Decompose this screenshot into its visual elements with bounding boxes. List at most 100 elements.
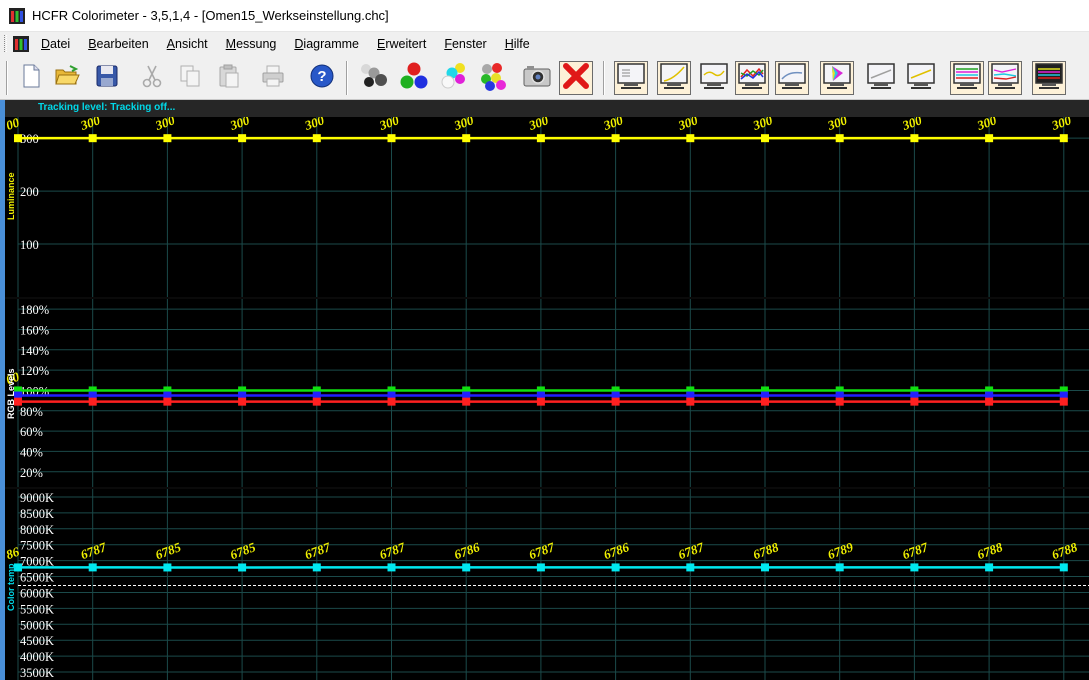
data-point <box>910 397 919 406</box>
y-tick-label: 9000K <box>20 491 54 505</box>
view-colortemp-button[interactable] <box>864 61 898 95</box>
view-multi-3-button[interactable] <box>1032 61 1066 95</box>
view-luminance-button[interactable] <box>697 61 731 95</box>
menu-datei[interactable]: Datei <box>32 34 79 54</box>
y-tick-label: 4000K <box>20 650 54 664</box>
view-multi-1-button[interactable] <box>950 61 984 95</box>
y-tick-label: 80% <box>20 405 43 419</box>
data-point <box>1059 134 1068 143</box>
view-measures-button[interactable] <box>614 61 648 95</box>
monitor-luminance-icon <box>699 61 729 96</box>
measure-gray-button[interactable] <box>356 61 390 95</box>
data-point <box>312 563 321 572</box>
open-button[interactable] <box>50 61 84 95</box>
y-tick-label: 8000K <box>20 523 54 537</box>
copy-button[interactable] <box>173 61 207 95</box>
data-point <box>761 134 769 143</box>
data-point <box>536 397 545 406</box>
camera-icon <box>521 60 553 97</box>
data-point <box>761 397 769 406</box>
view-multi-2-button[interactable] <box>988 61 1022 95</box>
data-label: 300 <box>825 117 850 133</box>
charts-svg[interactable]: 100 200 300 00 300 300 300 300 300 300 300 300 300 30… <box>5 117 1089 680</box>
data-point <box>163 397 172 406</box>
data-label: 300 <box>675 117 700 133</box>
data-point <box>910 134 919 143</box>
hcfr-app-icon[interactable] <box>9 7 25 24</box>
data-label: 6787 <box>377 539 407 562</box>
menu-messung[interactable]: Messung <box>217 34 286 54</box>
measure-primaries-button[interactable] <box>397 61 431 95</box>
paste-button[interactable] <box>212 61 246 95</box>
menu-ansicht[interactable]: Ansicht <box>158 34 217 54</box>
y-tick-label: 6500K <box>20 571 54 585</box>
data-label: 6786 <box>452 539 482 562</box>
menu-diagramme[interactable]: Diagramme <box>285 34 368 54</box>
data-point <box>387 134 396 143</box>
data-point <box>686 563 695 572</box>
data-label: 6786 <box>601 539 631 562</box>
data-label: 6789 <box>826 539 856 562</box>
toolbar-separator-2 <box>603 61 605 95</box>
menu-hilfe[interactable]: Hilfe <box>496 34 539 54</box>
monitor-rgb-icon <box>737 61 767 96</box>
data-label: 300 <box>526 117 551 133</box>
data-label: 6787 <box>527 539 557 562</box>
save-button[interactable] <box>90 61 124 95</box>
data-point <box>835 134 844 143</box>
secondary-spheres-icon <box>438 60 470 97</box>
chart-area: 100 200 300 00 300 300 300 300 300 300 300 300 300 30… <box>5 117 1089 680</box>
menubar-grip[interactable] <box>4 35 7 52</box>
title-bar: HCFR Colorimeter - 3,5,1,4 - [Omen15_Wer… <box>0 0 1089 32</box>
document-menu-icon[interactable] <box>13 35 29 52</box>
data-point <box>536 134 545 143</box>
new-button[interactable] <box>14 61 48 95</box>
data-label: 6788 <box>975 539 1005 562</box>
data-point <box>462 134 471 143</box>
data-point <box>611 563 620 572</box>
measure-all-button[interactable] <box>476 61 510 95</box>
data-label: 6787 <box>303 539 333 562</box>
stop-button[interactable] <box>559 61 593 95</box>
data-point <box>686 134 695 143</box>
menu-bearbeiten[interactable]: Bearbeiten <box>79 34 157 54</box>
data-point <box>88 134 97 143</box>
cut-button[interactable] <box>135 61 169 95</box>
rgb-spheres-icon <box>398 60 430 97</box>
menu-erweitert[interactable]: Erweitert <box>368 34 435 54</box>
y-tick-label: 120% <box>20 364 49 378</box>
data-label: 6788 <box>1050 539 1080 562</box>
print-icon <box>260 63 286 94</box>
data-point <box>611 397 620 406</box>
tracking-status-bar: Tracking level: Tracking off... <box>5 100 1089 117</box>
print-button[interactable] <box>256 61 290 95</box>
data-label: 300 <box>152 117 177 133</box>
data-point <box>163 134 172 143</box>
data-label: 300 <box>974 117 999 133</box>
view-rgb-button[interactable] <box>735 61 769 95</box>
data-label: 6787 <box>79 539 109 562</box>
all-spheres-icon <box>477 60 509 97</box>
y-tick-label: 20% <box>20 466 43 480</box>
data-point <box>462 397 471 406</box>
toolbar-grip[interactable] <box>6 61 8 95</box>
camera-button[interactable] <box>520 61 554 95</box>
help-button[interactable]: ? <box>305 61 339 95</box>
colortemp-axis-title: Color temp <box>6 563 16 611</box>
data-point <box>238 134 247 143</box>
view-cie-button[interactable] <box>820 61 854 95</box>
y-tick-label: 4500K <box>20 634 54 648</box>
data-point <box>163 563 172 572</box>
monitor-saturation-icon <box>906 61 936 96</box>
view-saturation-button[interactable] <box>904 61 938 95</box>
view-near-black-button[interactable] <box>775 61 809 95</box>
view-gamma-button[interactable] <box>657 61 691 95</box>
measure-secondaries-button[interactable] <box>437 61 471 95</box>
menu-fenster[interactable]: Fenster <box>435 34 495 54</box>
open-folder-icon <box>54 63 80 94</box>
data-point <box>14 134 22 143</box>
data-point <box>910 563 919 572</box>
y-tick-label: 5000K <box>20 618 54 632</box>
monitor-multi-lines-icon <box>952 61 982 96</box>
luminance-axis-title: Luminance <box>6 172 16 220</box>
